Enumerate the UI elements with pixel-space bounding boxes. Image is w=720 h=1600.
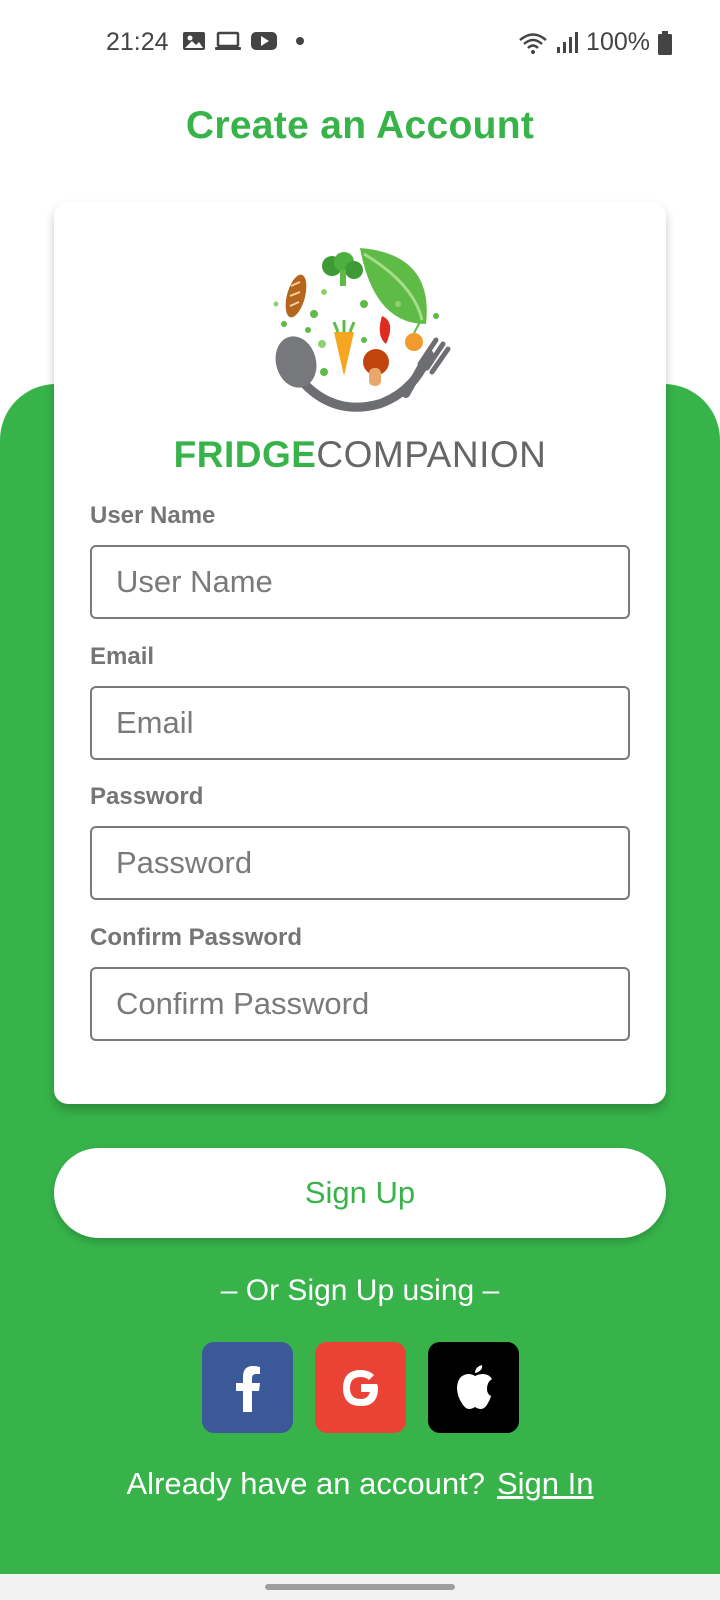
google-button[interactable] <box>315 1342 406 1433</box>
brand-name-bold: FRIDGE <box>173 434 317 475</box>
apple-button[interactable] <box>428 1342 519 1433</box>
wifi-icon <box>519 32 547 54</box>
or-signup-using-text: – Or Sign Up using – <box>220 1274 500 1307</box>
image-icon <box>183 32 205 50</box>
page-title: Create an Account <box>185 104 535 147</box>
status-notification-icons <box>182 30 304 52</box>
signup-card: FRIDGECOMPANION User Name Email Password… <box>54 202 666 1104</box>
status-system-icons: 100% <box>518 28 672 57</box>
social-login-row <box>202 1342 519 1433</box>
youtube-icon <box>251 32 277 50</box>
brand-name: FRIDGECOMPANION <box>54 434 666 476</box>
username-label: User Name <box>90 502 216 529</box>
signin-row: Already have an account? Sign In <box>0 1466 720 1502</box>
facebook-button[interactable] <box>202 1342 293 1433</box>
home-gesture-handle[interactable] <box>265 1584 455 1590</box>
battery-icon <box>658 30 672 55</box>
brand-name-light: COMPANION <box>316 434 547 475</box>
email-label: Email <box>90 643 155 670</box>
password-label: Password <box>90 783 204 810</box>
apple-icon <box>456 1364 492 1409</box>
username-input[interactable] <box>90 545 630 619</box>
already-have-account-text: Already have an account? <box>126 1466 485 1501</box>
navigation-bar <box>0 1574 720 1600</box>
password-input[interactable] <box>90 826 630 900</box>
laptop-icon <box>215 31 241 50</box>
signin-link[interactable]: Sign In <box>497 1466 594 1501</box>
email-input[interactable] <box>90 686 630 760</box>
food-plate-logo <box>264 244 454 416</box>
google-icon <box>342 1369 378 1406</box>
status-time: 21:24 <box>106 28 169 56</box>
signup-button[interactable]: Sign Up <box>54 1148 666 1238</box>
signal-icon <box>557 31 579 53</box>
dot-icon <box>296 37 304 45</box>
confirm-password-label: Confirm Password <box>90 924 303 951</box>
facebook-icon <box>235 1365 260 1412</box>
battery-percent: 100% <box>586 28 650 56</box>
status-bar: 21:24 100% <box>0 0 720 88</box>
confirm-password-input[interactable] <box>90 967 630 1041</box>
